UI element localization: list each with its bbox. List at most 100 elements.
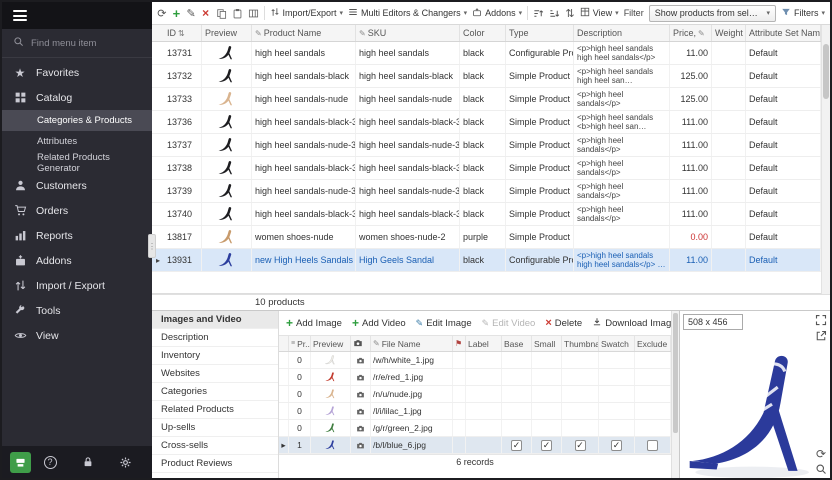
tab-description[interactable]: Description xyxy=(152,329,278,347)
media-row[interactable]: 0/w/h/white_1.jpg xyxy=(279,352,671,369)
mcol-header-preview[interactable]: Preview xyxy=(311,336,351,351)
columns-icon[interactable] xyxy=(248,8,259,19)
col-header-color[interactable]: Color xyxy=(460,25,506,41)
media-row[interactable]: 0/n/u/nude.jpg xyxy=(279,386,671,403)
addons-menu[interactable]: Addons▾ xyxy=(472,7,522,19)
add-product-icon[interactable]: + xyxy=(172,6,182,21)
add-image-button[interactable]: +Add Image xyxy=(286,316,342,330)
multi-editors-menu[interactable]: Multi Editors & Changers▾ xyxy=(348,7,467,19)
gear-icon[interactable] xyxy=(119,456,132,469)
scrollbar-thumb[interactable] xyxy=(823,44,829,99)
sidebar-item-catalog[interactable]: Catalog xyxy=(2,85,152,110)
zoom-icon[interactable] xyxy=(815,463,827,475)
col-header-product-name[interactable]: ✎Product Name xyxy=(252,25,356,41)
edit-image-button[interactable]: ✎Edit Image xyxy=(416,318,472,329)
sidebar-item-addons[interactable]: Addons xyxy=(2,248,152,273)
open-external-icon[interactable] xyxy=(815,330,827,342)
media-row[interactable]: 0/g/r/green_2.jpg xyxy=(279,420,671,437)
view-menu[interactable]: View▾ xyxy=(580,7,619,19)
sort-desc-icon[interactable] xyxy=(549,8,560,19)
product-row[interactable]: 13738high heel sandals-black-37high heel… xyxy=(152,157,821,180)
tab-websites[interactable]: Websites xyxy=(152,365,278,383)
sidebar-item-favorites[interactable]: ★Favorites xyxy=(2,60,152,85)
product-row[interactable]: 13817women shoes-nudewomen shoes-nude-2p… xyxy=(152,226,821,249)
product-row[interactable]: 13737high heel sandals-nude-36high heel … xyxy=(152,134,821,157)
camera-icon[interactable] xyxy=(351,352,371,368)
mcol-header-file-name[interactable]: ✎File Name xyxy=(371,336,453,351)
edit-product-icon[interactable]: ✎ xyxy=(186,7,196,20)
scrollbar-thumb[interactable] xyxy=(673,313,678,433)
delete-image-button[interactable]: ×Delete xyxy=(545,317,582,329)
tab-up-sells[interactable]: Up-sells xyxy=(152,419,278,437)
camera-icon[interactable] xyxy=(351,403,371,419)
media-row[interactable]: 0/r/e/red_1.jpg xyxy=(279,369,671,386)
filters-menu[interactable]: Filters▾ xyxy=(781,7,825,19)
delete-product-icon[interactable]: × xyxy=(201,6,211,20)
copy-icon[interactable] xyxy=(216,8,227,19)
menu-icon[interactable] xyxy=(13,8,27,24)
tab-images-and-video[interactable]: Images and Video xyxy=(152,311,278,329)
checkbox-exclude[interactable] xyxy=(647,440,658,451)
rotate-icon[interactable]: ⟳ xyxy=(816,448,826,460)
help-icon[interactable]: ? xyxy=(44,456,57,469)
tab-categories[interactable]: Categories xyxy=(152,383,278,401)
tab-cross-sells[interactable]: Cross-sells xyxy=(152,437,278,455)
mcol-header-camera[interactable] xyxy=(351,336,371,351)
col-header-preview[interactable]: Preview xyxy=(202,25,252,41)
col-header-type[interactable]: Type xyxy=(506,25,574,41)
col-header-weight[interactable]: Weight xyxy=(712,25,746,41)
mcol-header-thumbnail[interactable]: Thumbna... xyxy=(562,336,599,351)
media-row[interactable]: 0/l/i/lilac_1.jpg xyxy=(279,403,671,420)
sidebar-item-view[interactable]: View xyxy=(2,323,152,348)
fit-screen-icon[interactable] xyxy=(815,314,827,326)
category-filter-select[interactable]: Show products from selected categories ▾ xyxy=(649,5,776,22)
sidebar-item-tools[interactable]: Tools xyxy=(2,298,152,323)
sidebar-item-attributes[interactable]: Attributes xyxy=(2,131,152,152)
sidebar-item-categories-products[interactable]: Categories & Products xyxy=(2,110,152,131)
col-header-sku[interactable]: ✎SKU xyxy=(356,25,460,41)
camera-icon[interactable] xyxy=(351,386,371,402)
panel-collapse-handle[interactable]: ⋮ xyxy=(148,234,156,258)
paste-icon[interactable] xyxy=(232,8,243,19)
camera-icon[interactable] xyxy=(351,369,371,385)
camera-icon[interactable] xyxy=(351,437,371,453)
mcol-header-exclude[interactable]: Exclude xyxy=(635,336,671,351)
sidebar-item-customers[interactable]: Customers xyxy=(2,173,152,198)
refresh-icon[interactable]: ⟳ xyxy=(157,7,167,20)
lock-icon[interactable] xyxy=(82,456,94,468)
pos-icon[interactable] xyxy=(10,452,31,473)
product-row[interactable]: 13739high heel sandals-nude-37high heel … xyxy=(152,180,821,203)
mcol-header-label[interactable]: Label xyxy=(466,336,502,351)
sidebar-item-import-export[interactable]: Import / Export xyxy=(2,273,152,298)
media-scrollbar[interactable] xyxy=(671,311,679,478)
mcol-header-small[interactable]: Small xyxy=(532,336,562,351)
camera-icon[interactable] xyxy=(351,420,371,436)
sidebar-item-orders[interactable]: Orders xyxy=(2,198,152,223)
mcol-header-swatch[interactable]: Swatch xyxy=(599,336,635,351)
col-header-id[interactable]: ID⇅ xyxy=(164,25,202,41)
mcol-header-flag[interactable]: ⚑ xyxy=(453,336,466,351)
checkbox-thumbnail[interactable]: ✓ xyxy=(575,440,586,451)
product-row[interactable]: 13732high heel sandals-blackhigh heel sa… xyxy=(152,65,821,88)
sidebar-item-related-products-generator[interactable]: Related Products Generator xyxy=(2,152,152,173)
resize-dimensions-input[interactable]: 508 x 456 xyxy=(683,314,743,330)
sidebar-search-input[interactable]: Find menu item xyxy=(2,29,152,58)
sort-asc-icon[interactable] xyxy=(533,8,544,19)
product-row[interactable]: 13731high heel sandalshigh heel sandalsb… xyxy=(152,42,821,65)
download-image-button[interactable]: Download Image xyxy=(592,317,671,330)
sidebar-item-reports[interactable]: Reports xyxy=(2,223,152,248)
checkbox-base[interactable]: ✓ xyxy=(511,440,522,451)
tab-product-reviews[interactable]: Product Reviews xyxy=(152,455,278,473)
col-header-price[interactable]: Price,✎ xyxy=(670,25,712,41)
checkbox-small[interactable]: ✓ xyxy=(541,440,552,451)
checkbox-swatch[interactable]: ✓ xyxy=(611,440,622,451)
tab-related-products[interactable]: Related Products xyxy=(152,401,278,419)
import-export-menu[interactable]: Import/Export▾ xyxy=(270,7,344,19)
product-row[interactable]: 13740high heel sandals-black-38high heel… xyxy=(152,203,821,226)
mcol-header-priority[interactable]: ≡Pr... xyxy=(289,336,311,351)
product-row[interactable]: ▸13931new High Heels SandalsHigh Geels S… xyxy=(152,249,821,272)
product-row[interactable]: 13733high heel sandals-nudehigh heel san… xyxy=(152,88,821,111)
media-row[interactable]: ▸1/b/l/blue_6.jpg✓✓✓✓ xyxy=(279,437,671,454)
col-header-description[interactable]: Description xyxy=(574,25,670,41)
expand-collapse-icon[interactable]: ⇅ xyxy=(565,7,575,20)
